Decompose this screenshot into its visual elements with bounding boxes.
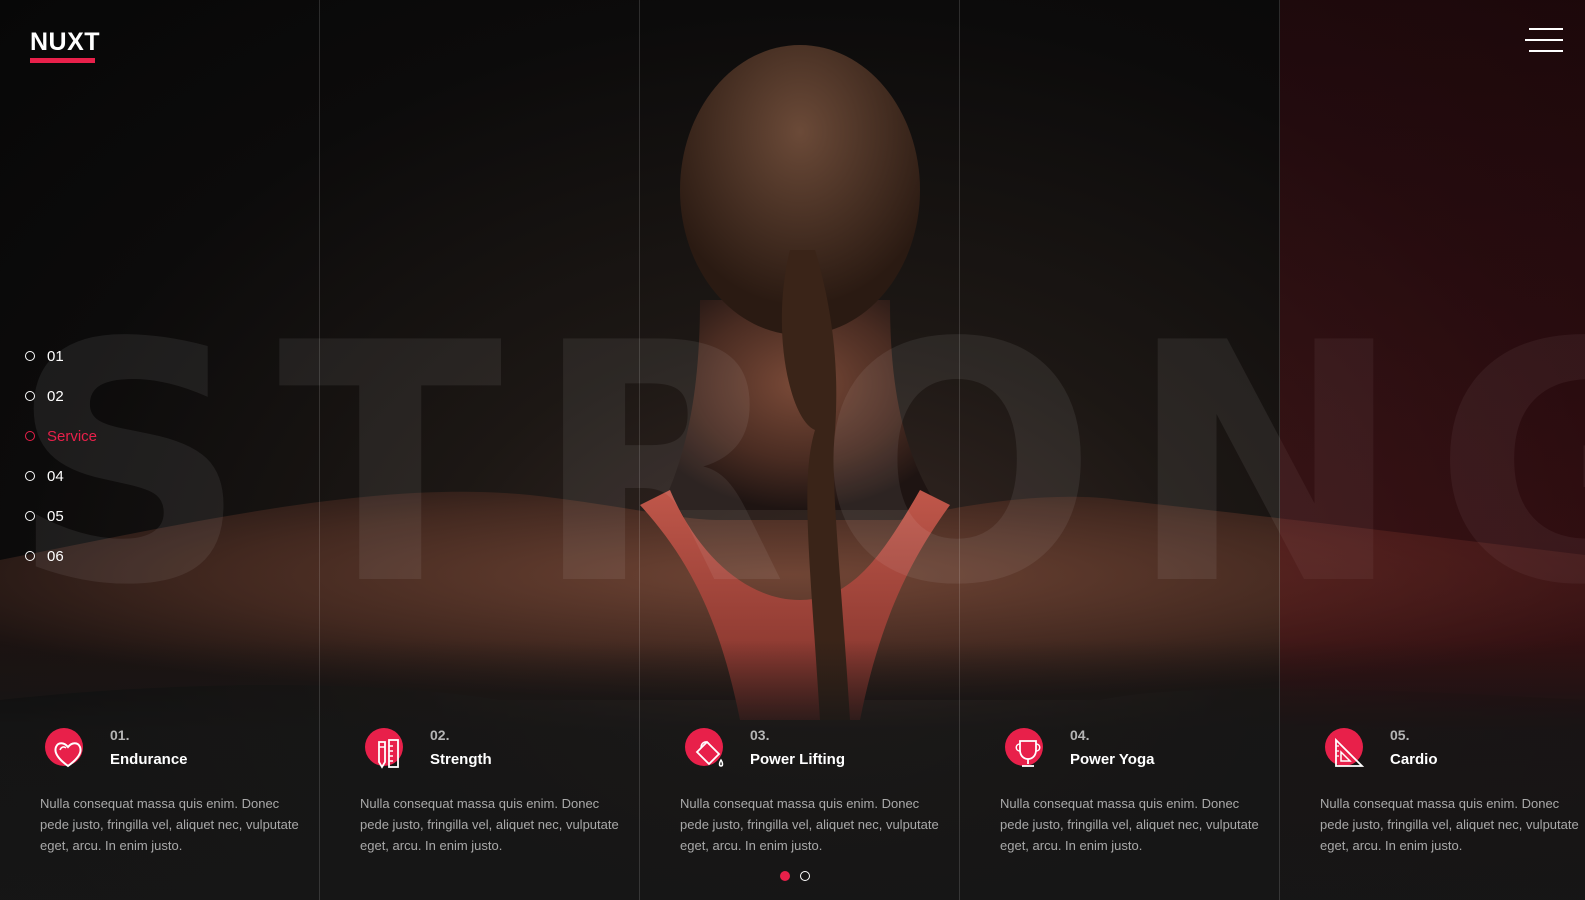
nav-item-05[interactable]: 05: [25, 496, 97, 536]
column-divider: [639, 0, 640, 900]
nav-dot-icon: [25, 551, 35, 561]
nav-item-label: 01: [47, 347, 64, 365]
service-title: Power Lifting: [750, 751, 845, 768]
service-number: 04.: [1070, 727, 1090, 743]
service-title: Strength: [430, 751, 492, 768]
logo-underline: [30, 58, 95, 63]
nav-item-label: 04: [47, 467, 64, 485]
nav-item-label: 06: [47, 547, 64, 565]
nav-item-01[interactable]: 01: [25, 336, 97, 376]
service-description: Nulla consequat massa quis enim. Donec p…: [1320, 796, 1579, 853]
service-title: Endurance: [110, 751, 188, 768]
nav-item-06[interactable]: 06: [25, 536, 97, 576]
set-square-icon: [1325, 728, 1373, 776]
pagination-dot-1[interactable]: [780, 871, 790, 881]
nav-dot-icon: [25, 391, 35, 401]
section-nav: 01 02 Service 04 05 06: [25, 336, 97, 576]
nav-item-label: 02: [47, 387, 64, 405]
service-title: Power Yoga: [1070, 751, 1155, 768]
carousel-pagination: [780, 871, 810, 881]
service-description: Nulla consequat massa quis enim. Donec p…: [40, 796, 299, 853]
nav-dot-icon: [25, 431, 35, 441]
heart-icon: [45, 728, 93, 776]
nav-item-02[interactable]: 02: [25, 376, 97, 416]
nav-item-label: Service: [47, 427, 98, 445]
nav-dot-icon: [25, 471, 35, 481]
column-divider: [319, 0, 320, 900]
site-logo[interactable]: NUXT: [30, 28, 100, 57]
service-number: 02.: [430, 727, 450, 743]
column-divider: [1279, 0, 1280, 900]
hero-section: STRONG NUXT 01 02 Service 04 05: [0, 0, 1585, 900]
nav-item-04[interactable]: 04: [25, 456, 97, 496]
paint-bucket-icon: [685, 728, 733, 776]
nav-item-service[interactable]: Service: [25, 416, 97, 456]
service-description: Nulla consequat massa quis enim. Donec p…: [680, 796, 939, 853]
nav-item-label: 05: [47, 507, 64, 525]
service-number: 05.: [1390, 727, 1410, 743]
service-title: Cardio: [1390, 751, 1438, 768]
service-description: Nulla consequat massa quis enim. Donec p…: [360, 796, 619, 853]
pagination-dot-2[interactable]: [800, 871, 810, 881]
trophy-icon: [1005, 728, 1053, 776]
service-number: 03.: [750, 727, 770, 743]
column-divider: [959, 0, 960, 900]
pencil-ruler-icon: [365, 728, 413, 776]
service-description: Nulla consequat massa quis enim. Donec p…: [1000, 796, 1259, 853]
service-number: 01.: [110, 727, 130, 743]
nav-dot-icon: [25, 351, 35, 361]
nav-dot-icon: [25, 511, 35, 521]
hamburger-menu-icon[interactable]: [1525, 26, 1563, 56]
